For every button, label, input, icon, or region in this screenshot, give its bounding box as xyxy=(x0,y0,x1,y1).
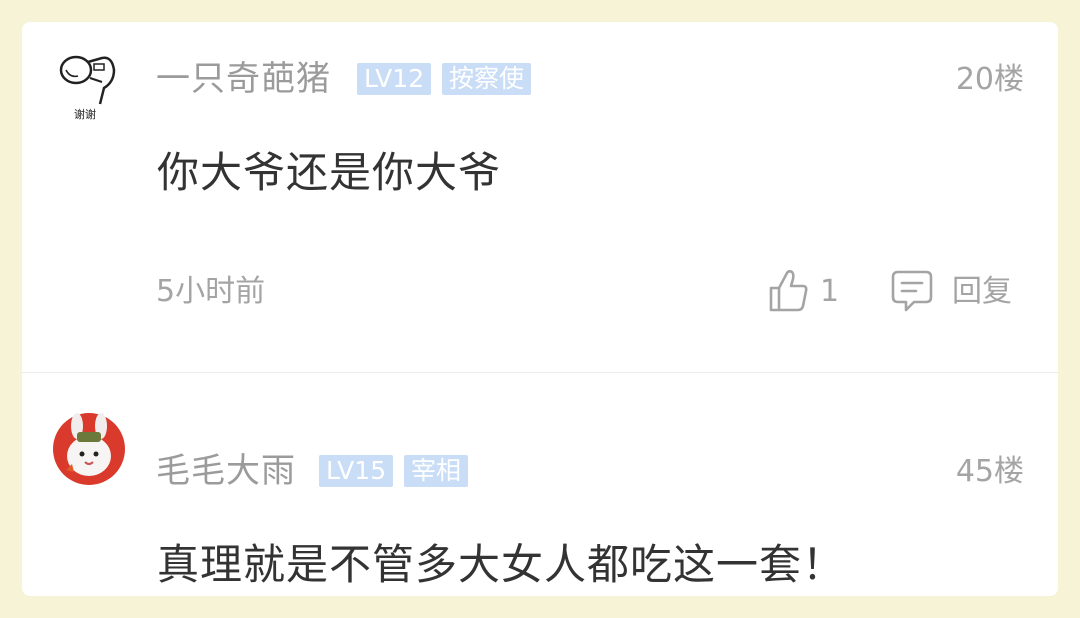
comment-text: 你大爷还是你大爷 xyxy=(157,148,502,197)
avatar[interactable]: 谢谢 xyxy=(54,48,128,122)
comment-list: 谢谢 一只奇葩猪 LV12 按察使 20楼 你大爷还是你大爷 5小时前 1 回复 xyxy=(22,22,1058,596)
username[interactable]: 一只奇葩猪 xyxy=(156,60,331,98)
like-count: 1 xyxy=(820,274,840,309)
like-button[interactable]: 1 xyxy=(768,266,848,316)
floor-number: 45楼 xyxy=(955,454,1024,489)
level-badge: LV12 xyxy=(357,63,432,95)
divider xyxy=(22,372,1058,373)
comment-item: 谢谢 一只奇葩猪 LV12 按察使 20楼 你大爷还是你大爷 5小时前 1 回复 xyxy=(22,22,1058,372)
title-badge: 宰相 xyxy=(404,455,469,487)
timestamp: 5小时前 xyxy=(156,274,266,309)
rabbit-soldier-icon xyxy=(53,413,125,485)
level-badge: LV15 xyxy=(319,455,394,487)
comment-text: 真理就是不管多大女人都吃这一套！ xyxy=(157,540,846,589)
comment-bubble-icon xyxy=(891,270,933,312)
avatar-caption: 谢谢 xyxy=(74,108,96,121)
title-badge: 按察使 xyxy=(442,63,532,95)
reply-label: 回复 xyxy=(952,274,1012,309)
thumbs-up-icon xyxy=(769,269,808,312)
reply-button[interactable]: 回复 xyxy=(890,266,1030,316)
avatar[interactable] xyxy=(52,412,126,486)
username[interactable]: 毛毛大雨 xyxy=(156,452,296,490)
comment-item: 毛毛大雨 LV15 宰相 45楼 真理就是不管多大女人都吃这一套！ xyxy=(22,374,1058,596)
floor-number: 20楼 xyxy=(955,62,1024,97)
